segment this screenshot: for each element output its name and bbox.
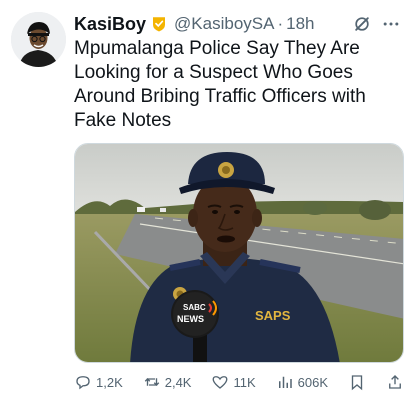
post-timestamp[interactable]: 18h (286, 14, 314, 34)
grok-icon[interactable] (352, 14, 372, 34)
repost-count: 2,4K (164, 374, 192, 390)
repost-button[interactable]: 2,4K (143, 373, 192, 391)
repost-icon (144, 378, 159, 386)
bookmark-button[interactable] (348, 373, 366, 391)
author-name[interactable]: KasiBoy (74, 14, 146, 35)
avatar-image (11, 12, 66, 67)
reply-count: 1,2K (96, 374, 123, 390)
author-handle[interactable]: @KasiboySA (174, 14, 274, 34)
post-text: Mpumalanga Police Say They Are Looking f… (74, 38, 366, 131)
heart-icon (213, 376, 228, 389)
mic-label-bottom: NEWS (177, 314, 204, 324)
reply-button[interactable]: 1,2K (74, 373, 123, 391)
views-button[interactable]: 606K (276, 373, 328, 391)
verified-badge-icon (150, 15, 168, 33)
share-icon (389, 375, 401, 389)
separator-dot: · (277, 14, 284, 33)
mic-label-top: SABC (183, 303, 206, 312)
like-button[interactable]: 11K (211, 373, 256, 391)
post-media-image[interactable]: SAPS SABC NEWS (74, 143, 404, 363)
views-count: 606K (297, 374, 328, 390)
reply-icon (76, 376, 90, 390)
author-avatar[interactable] (11, 12, 66, 67)
like-count: 11K (233, 374, 256, 390)
saps-label: SAPS (255, 308, 291, 323)
bookmark-icon (351, 375, 363, 391)
share-button[interactable] (386, 373, 404, 391)
views-chart-icon (278, 376, 292, 388)
more-options-icon[interactable] (380, 13, 402, 35)
post-header: KasiBoy @KasiboySA · 18h (74, 11, 402, 37)
post-actions-bar: 1,2K 2,4K 11K 606K (74, 371, 404, 393)
